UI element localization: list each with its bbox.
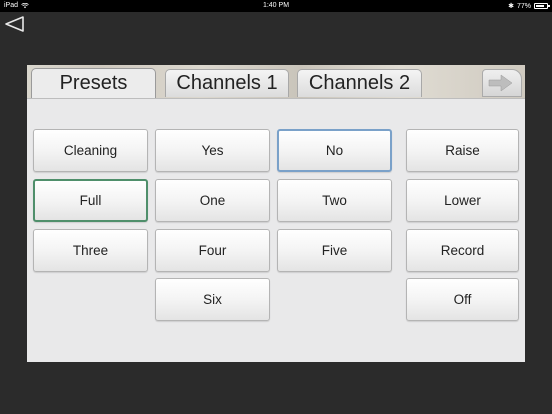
battery-icon <box>534 3 550 9</box>
four-button[interactable]: Four <box>155 229 270 272</box>
status-bar: iPad 1:40 PM ✱ 77% <box>0 0 552 12</box>
raise-button[interactable]: Raise <box>406 129 519 172</box>
three-button[interactable]: Three <box>33 229 148 272</box>
full-button[interactable]: Full <box>33 179 148 222</box>
two-button[interactable]: Two <box>277 179 392 222</box>
bluetooth-icon: ✱ <box>508 3 514 10</box>
record-button[interactable]: Record <box>406 229 519 272</box>
five-button[interactable]: Five <box>277 229 392 272</box>
one-button[interactable]: One <box>155 179 270 222</box>
status-right: ✱ 77% <box>508 2 550 10</box>
battery-percent: 77% <box>516 2 531 10</box>
tab-channels-1[interactable]: Channels 1 <box>165 69 289 97</box>
clock: 1:40 PM <box>262 2 290 9</box>
back-arrow-icon[interactable] <box>3 15 25 33</box>
right-arrow-icon <box>488 74 513 92</box>
tab-bar: Presets Channels 1 Channels 2 <box>27 65 525 99</box>
tab-channels-2[interactable]: Channels 2 <box>297 69 422 97</box>
battery-fill <box>536 5 544 7</box>
off-button[interactable]: Off <box>406 278 519 321</box>
yes-button[interactable]: Yes <box>155 129 270 172</box>
six-button[interactable]: Six <box>155 278 270 321</box>
lower-button[interactable]: Lower <box>406 179 519 222</box>
no-button[interactable]: No <box>277 129 392 172</box>
tab-presets[interactable]: Presets <box>31 68 156 98</box>
cleaning-button[interactable]: Cleaning <box>33 129 148 172</box>
main-panel: Presets Channels 1 Channels 2 Cleaning F… <box>27 65 525 362</box>
next-tab-button[interactable] <box>482 69 522 97</box>
